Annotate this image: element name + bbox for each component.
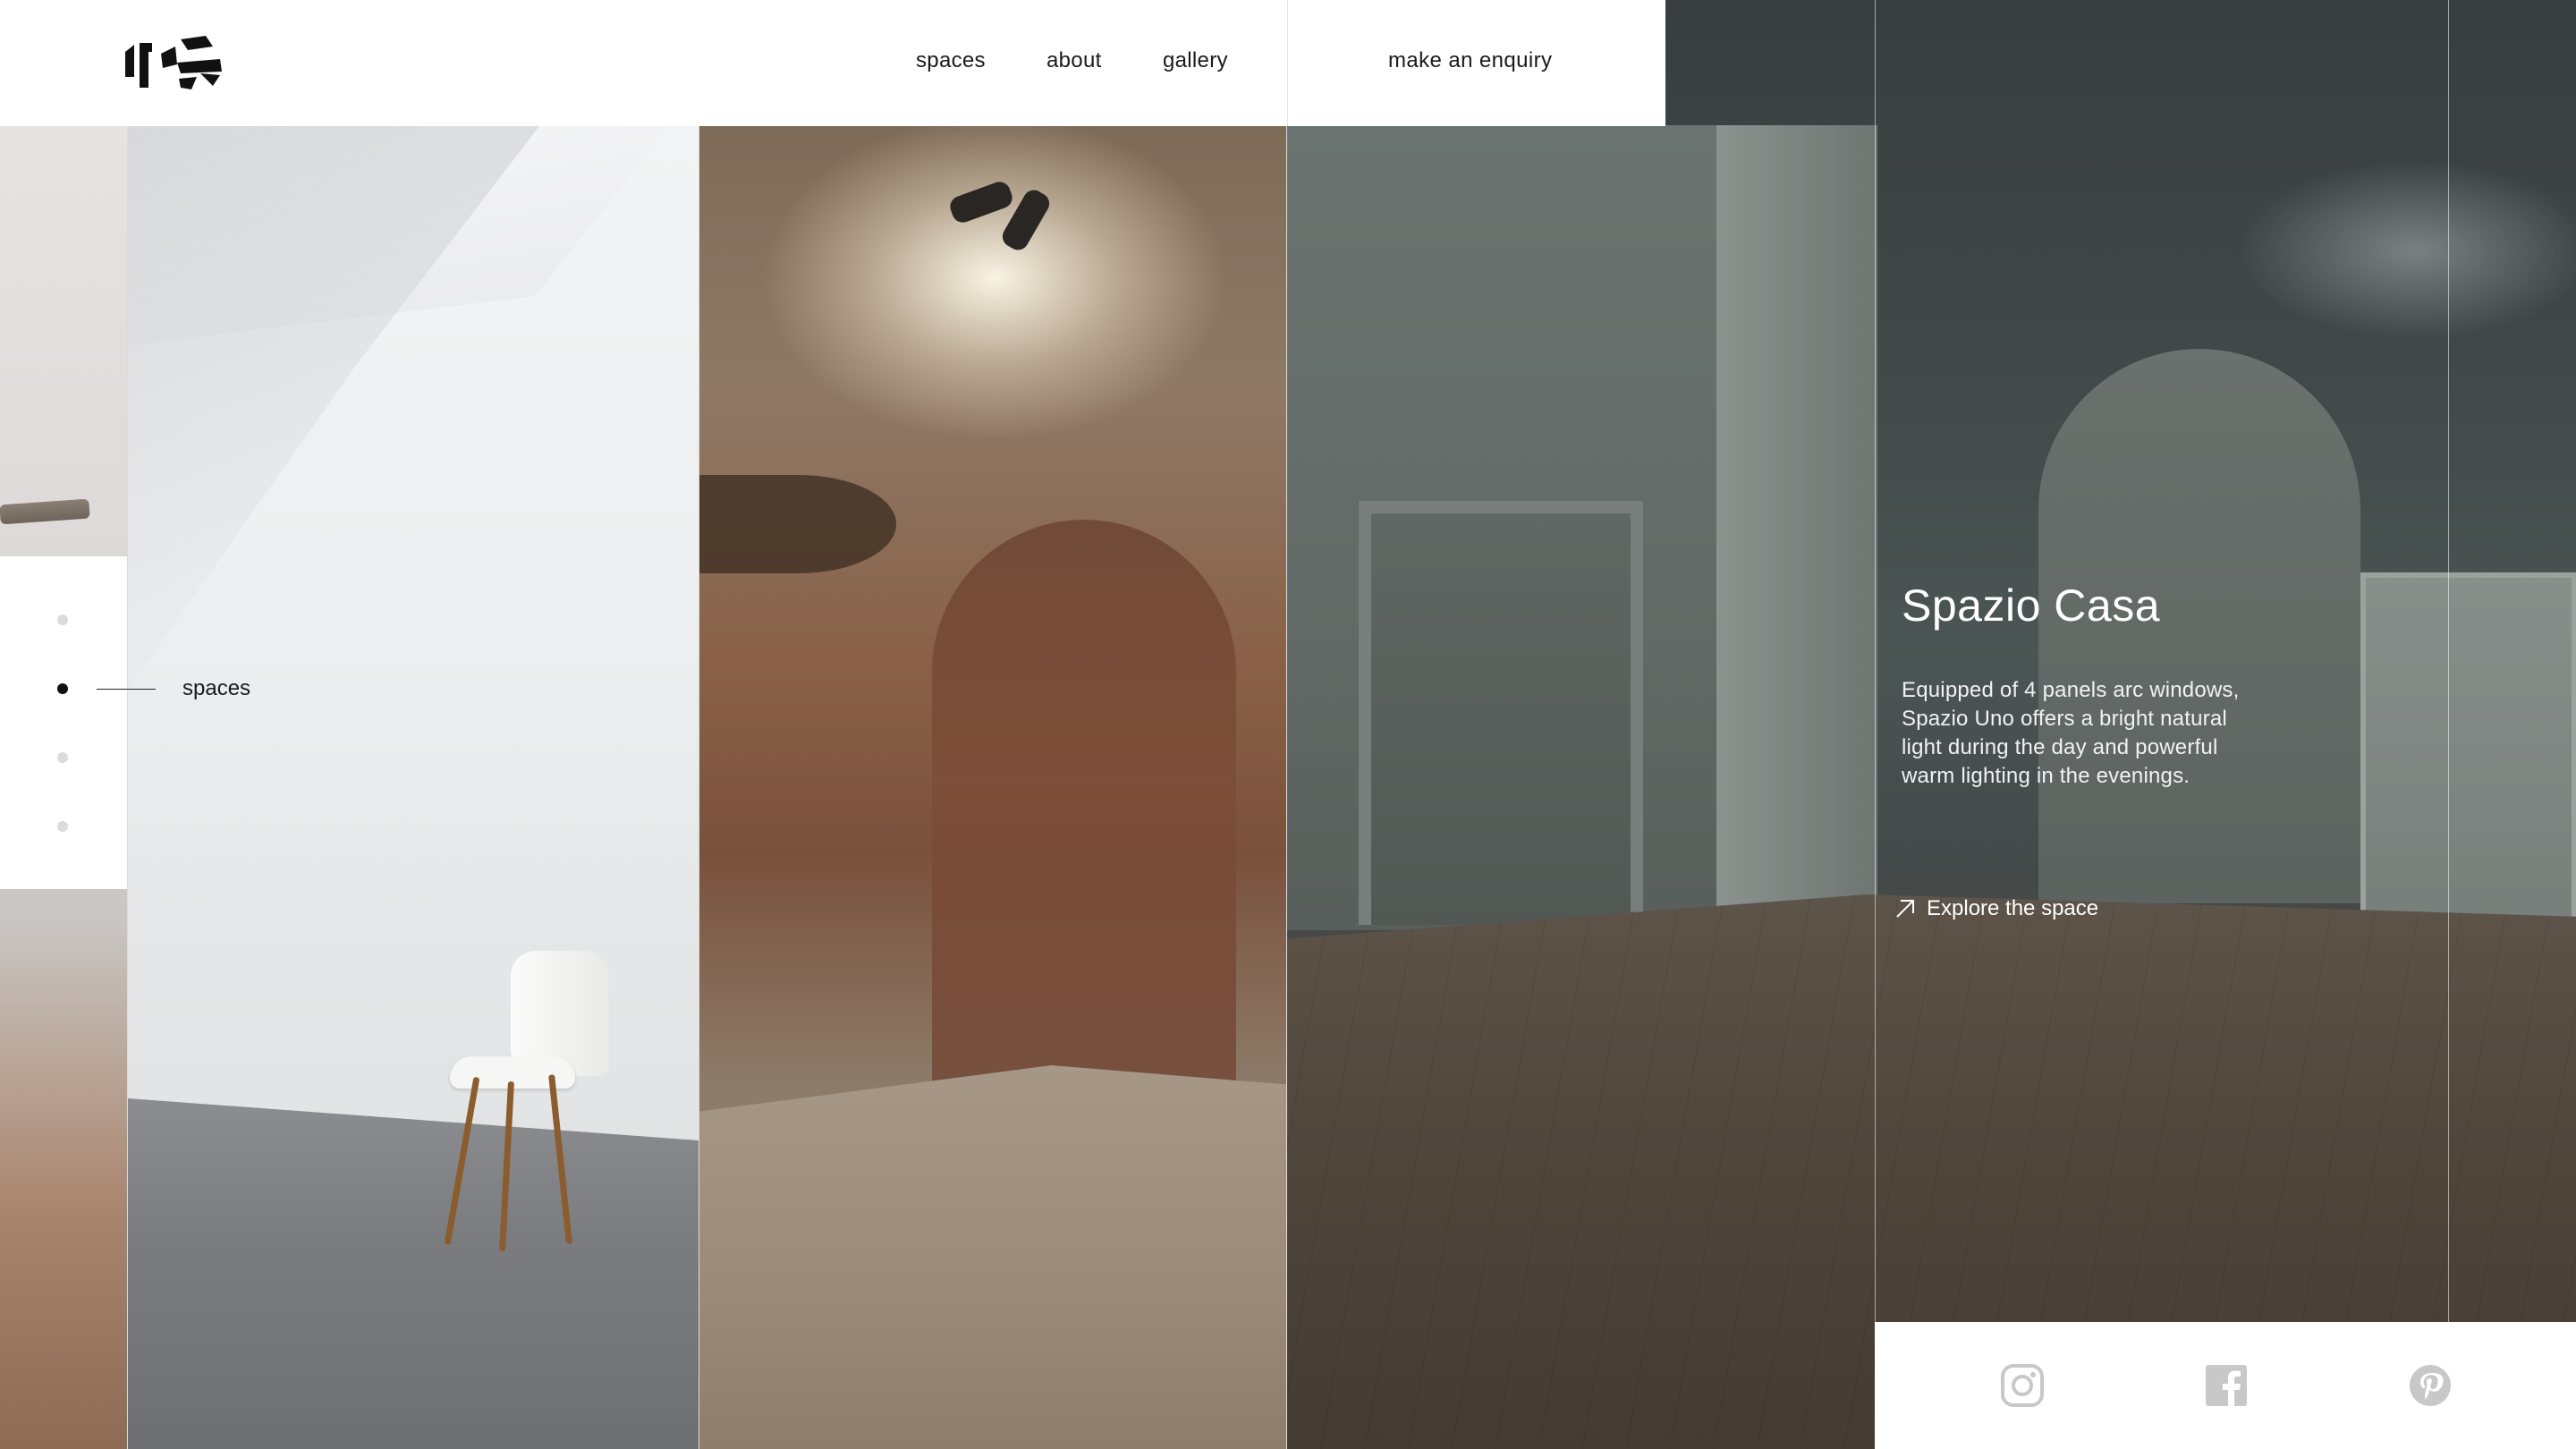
- section-pager: [0, 556, 127, 889]
- nav-gallery[interactable]: gallery: [1163, 48, 1228, 73]
- pinterest-icon[interactable]: [2408, 1363, 2453, 1408]
- make-enquiry-link[interactable]: make an enquiry: [1388, 48, 1552, 73]
- ceiling-shadow: [699, 475, 896, 573]
- pager-dot[interactable]: [57, 752, 68, 763]
- concrete-floor: [128, 1098, 699, 1449]
- pager-active-label: spaces: [182, 676, 251, 700]
- explore-space-link[interactable]: Explore the space: [1894, 893, 2098, 925]
- brick-arch: [932, 520, 1236, 1164]
- space-title: Spazio Casa: [1902, 580, 2160, 631]
- pager-indicator-line: [97, 689, 156, 690]
- instagram-icon[interactable]: [2000, 1363, 2045, 1408]
- ceiling-fixture: [0, 498, 90, 525]
- column-divider: [2448, 0, 2449, 1322]
- pager-dot-active[interactable]: [57, 683, 68, 694]
- cellar-floor: [699, 1065, 1286, 1449]
- space-description: Equipped of 4 panels arc windows, Spazio…: [1902, 678, 2240, 788]
- site-header: spaces about gallery make an enquiry: [0, 0, 1665, 126]
- header-divider: [1287, 0, 1288, 126]
- explore-space-label: Explore the space: [1927, 896, 2099, 920]
- brand-logo[interactable]: [125, 36, 224, 91]
- space-photo-cellar[interactable]: [699, 126, 1286, 1449]
- pager-dot[interactable]: [57, 614, 68, 625]
- logo-mark-icon: [125, 36, 222, 89]
- column-divider: [1286, 126, 1287, 1449]
- nav-about[interactable]: about: [1046, 48, 1102, 73]
- nav-spaces[interactable]: spaces: [916, 48, 986, 73]
- column-divider: [1875, 0, 1876, 1322]
- spotlight: [946, 178, 1016, 226]
- pager-dot[interactable]: [57, 821, 68, 832]
- arrow-up-right-icon: [1896, 900, 1914, 918]
- social-links: [1875, 1322, 2576, 1449]
- column-divider: [127, 126, 128, 1449]
- space-photo-white-room[interactable]: [128, 126, 699, 1449]
- facebook-icon[interactable]: [2204, 1363, 2249, 1408]
